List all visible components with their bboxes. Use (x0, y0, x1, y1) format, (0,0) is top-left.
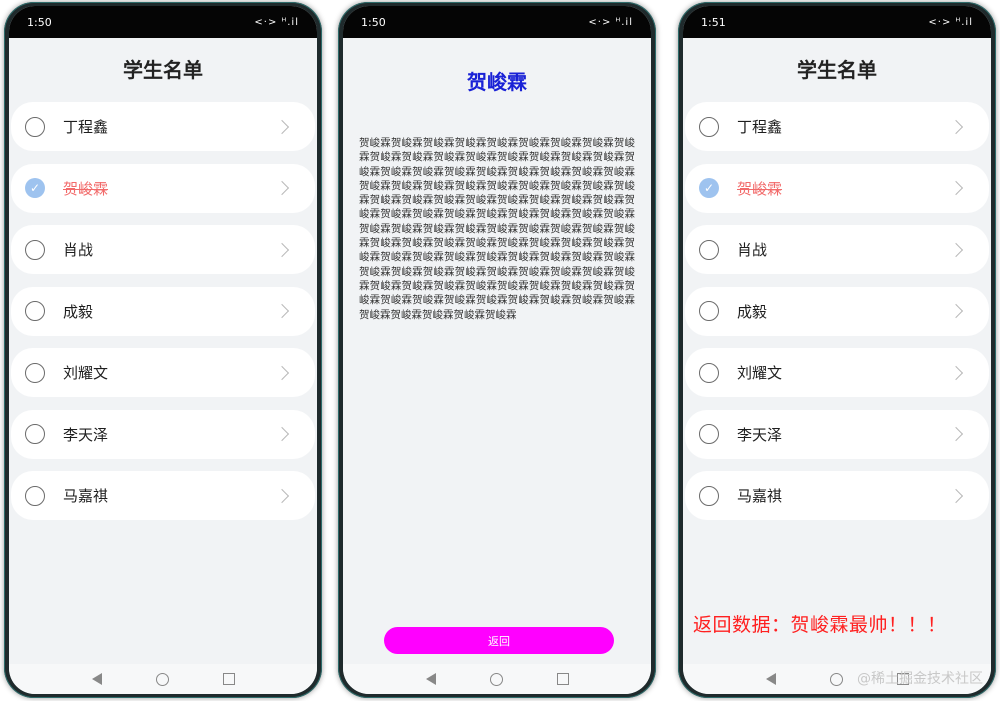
chevron-right-icon (948, 119, 964, 134)
radio-icon[interactable] (699, 239, 719, 260)
student-name: 马嘉祺 (63, 487, 109, 505)
signal-icon: <·> ᴴ.il (588, 16, 633, 28)
student-name: 刘耀文 (737, 364, 783, 382)
student-list: 丁程鑫 ✓ 贺峻霖肖战成毅刘耀文李天泽马嘉祺 (683, 102, 991, 520)
phone-frame-list-returned: 1:51 <·> ᴴ.il 学生名单 丁程鑫 ✓ 贺峻霖 肖战 成毅 刘耀文 李天泽 马嘉祺 … (678, 2, 996, 698)
student-name: 成毅 (737, 302, 768, 321)
checked-radio-icon[interactable]: ✓ (25, 178, 45, 198)
home-nav-icon[interactable] (829, 672, 843, 686)
student-name: 肖战 (63, 241, 94, 259)
student-name: 丁程鑫 (737, 118, 783, 136)
radio-icon[interactable] (25, 116, 45, 137)
chevron-right-icon (948, 488, 964, 503)
student-row[interactable]: 刘耀文 (685, 348, 989, 397)
home-nav-icon[interactable] (489, 672, 503, 686)
student-row[interactable]: 马嘉祺 (685, 471, 989, 520)
detail-title: 贺峻霖 (467, 70, 527, 94)
radio-icon[interactable] (699, 362, 719, 383)
recents-nav-icon[interactable] (556, 673, 569, 685)
status-time: 1:51 (701, 15, 726, 29)
student-row[interactable]: ✓ 贺峻霖 (11, 163, 315, 213)
student-name: 马嘉祺 (737, 487, 783, 505)
radio-icon[interactable] (25, 239, 45, 260)
student-row[interactable]: 肖战 (685, 225, 989, 274)
chevron-right-icon (274, 488, 290, 503)
chevron-right-icon (274, 365, 290, 380)
phone-frame-list: 1:50 <·> ᴴ.il 学生名单 丁程鑫 ✓ 贺峻霖肖战成毅刘耀文李天泽马嘉祺 (4, 2, 322, 698)
recents-nav-icon[interactable] (222, 673, 235, 685)
student-row[interactable]: 成毅 (11, 286, 315, 336)
system-navbar (9, 664, 317, 694)
student-row[interactable]: 李天泽 (685, 409, 989, 459)
chevron-right-icon (948, 426, 964, 442)
chevron-right-icon (274, 119, 290, 134)
chevron-right-icon (948, 365, 964, 380)
screen-list: 1:50 <·> ᴴ.il 学生名单 丁程鑫 ✓ 贺峻霖肖战成毅刘耀文李天泽马嘉祺 (9, 6, 317, 694)
chevron-right-icon (274, 242, 290, 257)
student-row[interactable]: 丁程鑫 (685, 102, 989, 151)
status-bar: 1:50 <·> ᴴ.il (9, 6, 317, 38)
student-name: 李天泽 (737, 425, 783, 444)
student-name: 肖战 (737, 241, 768, 259)
home-nav-icon[interactable] (155, 672, 169, 686)
radio-icon[interactable] (699, 424, 719, 444)
chevron-right-icon (948, 180, 964, 196)
screen-list-returned: 1:51 <·> ᴴ.il 学生名单 丁程鑫 ✓ 贺峻霖 肖战 成毅 刘耀文 李天泽 马嘉祺 … (683, 6, 991, 694)
watermark: @稀土掘金技术社区 (857, 671, 983, 687)
radio-icon[interactable] (699, 485, 719, 506)
student-name: 刘耀文 (63, 364, 109, 382)
student-row[interactable]: 李天泽 (11, 409, 315, 459)
back-nav-icon[interactable] (425, 673, 436, 685)
radio-icon[interactable] (25, 301, 45, 321)
status-bar: 1:51 <·> ᴴ.il (683, 6, 991, 38)
radio-icon[interactable] (699, 116, 719, 137)
signal-icon: <·> ᴴ.il (928, 16, 973, 28)
radio-icon[interactable] (25, 485, 45, 506)
student-list: 丁程鑫 ✓ 贺峻霖肖战成毅刘耀文李天泽马嘉祺 (9, 102, 317, 520)
signal-icon: <·> ᴴ.il (254, 16, 299, 28)
student-row[interactable]: 肖战 (11, 225, 315, 274)
screen-detail: 1:50 <·> ᴴ.il 贺峻霖 贺峻霖贺峻霖贺峻霖贺峻霖贺峻霖贺峻霖贺峻霖贺… (343, 6, 651, 694)
student-row[interactable]: 成毅 (685, 286, 989, 336)
system-navbar (343, 664, 651, 694)
chevron-right-icon (274, 426, 290, 442)
student-row[interactable]: ✓ 贺峻霖 (685, 163, 989, 213)
status-bar: 1:50 <·> ᴴ.il (343, 6, 651, 38)
student-name: 成毅 (63, 302, 94, 321)
page-title: 学生名单 (797, 58, 877, 82)
radio-icon[interactable] (699, 301, 719, 321)
status-time: 1:50 (361, 15, 386, 29)
detail-body-text: 贺峻霖贺峻霖贺峻霖贺峻霖贺峻霖贺峻霖贺峻霖贺峻霖贺峻霖贺峻霖贺峻霖贺峻霖贺峻霖贺… (359, 137, 635, 321)
student-row[interactable]: 刘耀文 (11, 348, 315, 397)
chevron-right-icon (948, 242, 964, 257)
return-button[interactable]: 返回 (384, 627, 614, 654)
student-name: 贺峻霖 (63, 179, 109, 198)
chevron-right-icon (274, 303, 290, 319)
student-row[interactable]: 丁程鑫 (11, 102, 315, 151)
student-name: 李天泽 (63, 425, 109, 444)
return-data-message: 返回数据：贺峻霖最帅！！！ (693, 614, 947, 636)
student-name: 贺峻霖 (737, 179, 783, 198)
back-nav-icon[interactable] (765, 673, 776, 685)
student-row[interactable]: 马嘉祺 (11, 471, 315, 520)
phone-frame-detail: 1:50 <·> ᴴ.il 贺峻霖 贺峻霖贺峻霖贺峻霖贺峻霖贺峻霖贺峻霖贺峻霖贺… (338, 2, 656, 698)
checked-radio-icon[interactable]: ✓ (699, 178, 719, 198)
radio-icon[interactable] (25, 424, 45, 444)
page-title: 学生名单 (123, 58, 203, 82)
status-time: 1:50 (27, 15, 52, 29)
chevron-right-icon (274, 180, 290, 196)
back-nav-icon[interactable] (91, 673, 102, 685)
radio-icon[interactable] (25, 362, 45, 383)
chevron-right-icon (948, 303, 964, 319)
student-name: 丁程鑫 (63, 118, 109, 136)
